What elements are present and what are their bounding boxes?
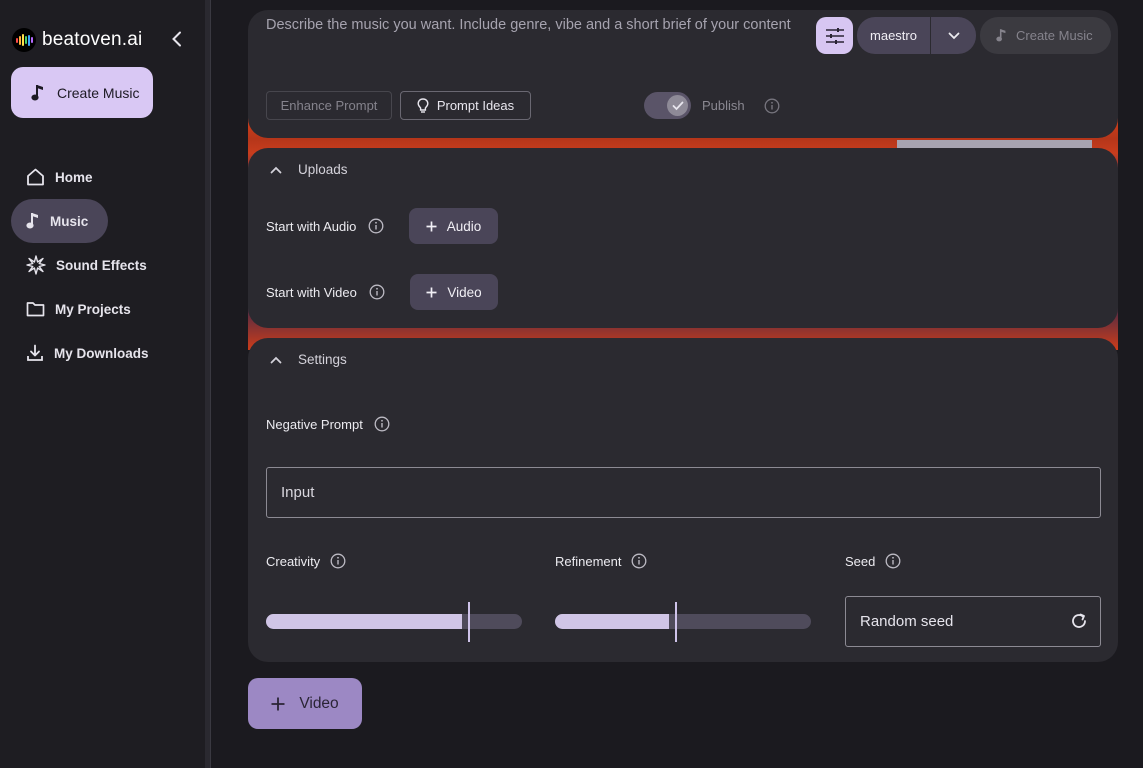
sidebar-item-label: My Downloads xyxy=(54,345,149,361)
publish-toggle-knob xyxy=(667,95,688,116)
sidebar-item-label: Home xyxy=(55,169,93,185)
beatoven-logo-icon xyxy=(12,28,36,52)
plus-icon xyxy=(426,221,437,231)
sidebar-item-home[interactable]: Home xyxy=(11,155,196,199)
add-video-bottom-label: Video xyxy=(299,694,339,712)
enhance-prompt-button[interactable]: Enhance Prompt xyxy=(266,91,392,120)
slider-thumb[interactable] xyxy=(675,602,677,642)
music-note-icon xyxy=(26,213,38,229)
slider-thumb[interactable] xyxy=(468,602,470,642)
add-audio-label: Audio xyxy=(446,218,482,234)
logo[interactable]: beatoven.ai xyxy=(12,28,142,52)
settings-section-toggle[interactable]: Settings xyxy=(270,352,347,367)
refinement-slider[interactable] xyxy=(555,602,811,642)
artwork-stripe xyxy=(897,140,1092,148)
folder-icon xyxy=(26,302,45,317)
info-icon[interactable] xyxy=(631,553,647,569)
seed-input[interactable]: Random seed xyxy=(845,596,1101,647)
plus-icon xyxy=(271,697,285,710)
model-dropdown-button[interactable] xyxy=(931,17,976,54)
negative-prompt-input[interactable] xyxy=(266,467,1101,518)
prompt-input[interactable]: Describe the music you want. Include gen… xyxy=(266,14,806,36)
create-music-button[interactable]: Create Music xyxy=(11,67,153,118)
refresh-icon[interactable] xyxy=(1070,612,1088,634)
seed-placeholder: Random seed xyxy=(860,613,954,630)
uploads-panel: Uploads Start with Audio Audio Start wit… xyxy=(248,148,1118,328)
model-selector: maestro xyxy=(857,17,976,54)
sidebar-item-label: Music xyxy=(50,213,89,229)
chevron-left-icon xyxy=(172,31,181,47)
sidebar-item-my-downloads[interactable]: My Downloads xyxy=(11,331,196,375)
brand-name: beatoven.ai xyxy=(42,29,143,50)
refinement-row: Refinement xyxy=(555,553,647,569)
start-with-audio-label: Start with Audio xyxy=(266,218,357,234)
burst-icon xyxy=(26,255,46,275)
creativity-row: Creativity xyxy=(266,553,346,569)
settings-title: Settings xyxy=(298,352,347,367)
creativity-slider[interactable] xyxy=(266,602,522,642)
home-icon xyxy=(27,168,44,186)
create-music-submit-button[interactable]: Create Music xyxy=(980,17,1111,54)
plus-icon xyxy=(426,287,437,297)
negative-prompt-label: Negative Prompt xyxy=(266,416,363,432)
model-name-button[interactable]: maestro xyxy=(857,17,930,54)
create-music-label: Create Music xyxy=(57,84,140,101)
creativity-label: Creativity xyxy=(266,553,321,569)
download-icon xyxy=(27,344,43,361)
add-audio-button[interactable]: Audio xyxy=(409,208,498,244)
lightbulb-icon xyxy=(417,97,429,113)
refinement-label: Refinement xyxy=(555,553,622,569)
add-video-button[interactable]: Video xyxy=(410,274,498,310)
music-note-icon xyxy=(996,29,1006,42)
sidebar-item-music[interactable]: Music xyxy=(11,199,108,243)
info-icon[interactable] xyxy=(330,553,346,569)
sidebar-item-sound-effects[interactable]: Sound Effects xyxy=(11,243,196,287)
info-icon[interactable] xyxy=(885,553,901,569)
sliders-icon xyxy=(825,27,844,44)
uploads-title: Uploads xyxy=(298,162,348,177)
info-icon[interactable] xyxy=(369,284,385,300)
prompt-ideas-button[interactable]: Prompt Ideas xyxy=(400,91,531,120)
check-icon xyxy=(672,101,683,110)
slider-fill xyxy=(266,614,462,629)
sidebar-item-my-projects[interactable]: My Projects xyxy=(11,287,196,331)
sidebar-item-label: Sound Effects xyxy=(56,257,147,273)
sidebar-item-label: My Projects xyxy=(55,301,131,317)
info-icon[interactable] xyxy=(368,218,384,234)
prompt-panel: Describe the music you want. Include gen… xyxy=(248,10,1118,138)
uploads-section-toggle[interactable]: Uploads xyxy=(270,162,348,177)
music-note-icon xyxy=(31,84,43,100)
chevron-up-icon xyxy=(270,356,282,363)
start-with-video-row: Start with Video xyxy=(266,284,385,300)
info-icon[interactable] xyxy=(764,98,780,114)
prompt-ideas-label: Prompt Ideas xyxy=(436,98,515,113)
settings-panel: Settings Negative Prompt Creativity Refi… xyxy=(248,338,1118,662)
add-video-bottom-button[interactable]: Video xyxy=(248,678,362,729)
add-video-label: Video xyxy=(447,284,482,300)
seed-row: Seed xyxy=(845,553,901,569)
info-icon[interactable] xyxy=(374,416,390,432)
negative-prompt-row: Negative Prompt xyxy=(266,416,390,432)
publish-toggle[interactable] xyxy=(644,92,691,119)
slider-fill xyxy=(555,614,669,629)
advanced-options-button[interactable] xyxy=(816,17,853,54)
start-with-video-label: Start with Video xyxy=(266,284,357,300)
seed-label: Seed xyxy=(845,553,876,569)
sidebar: beatoven.ai Create Music Home Music Soun… xyxy=(0,0,205,768)
create-music-submit-label: Create Music xyxy=(1016,28,1093,43)
start-with-audio-row: Start with Audio xyxy=(266,218,384,234)
chevron-down-icon xyxy=(948,32,959,39)
chevron-up-icon xyxy=(270,166,282,173)
collapse-sidebar-button[interactable] xyxy=(166,28,188,50)
sidebar-nav: Home Music Sound Effects My Projects My … xyxy=(11,155,196,375)
publish-label: Publish xyxy=(702,98,745,113)
